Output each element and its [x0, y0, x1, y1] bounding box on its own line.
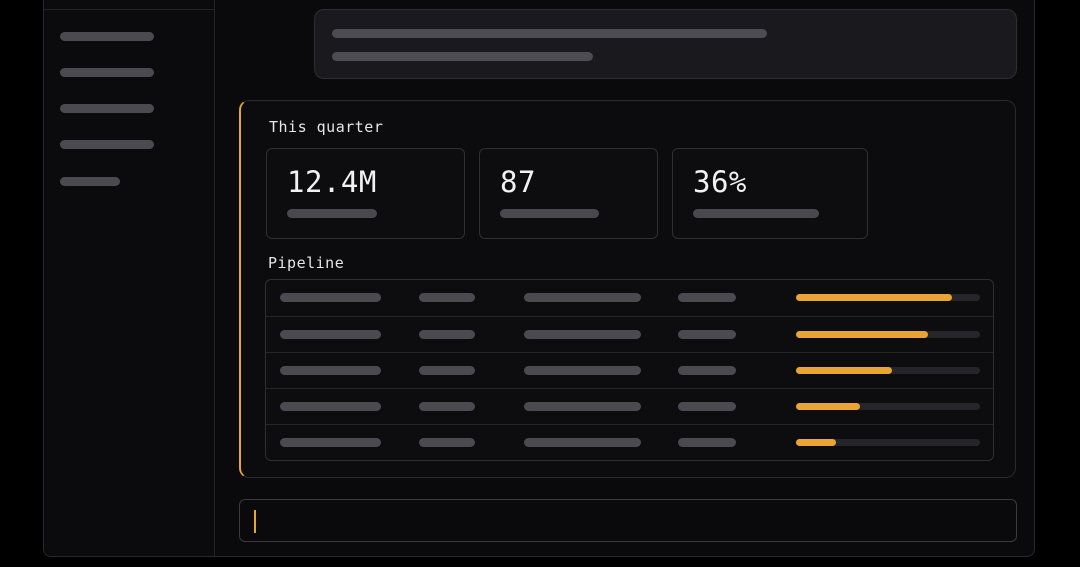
- table-cell-placeholder: [678, 330, 736, 339]
- table-cell-placeholder: [280, 293, 381, 302]
- progress-bar: [796, 294, 980, 301]
- table-row[interactable]: [266, 316, 993, 353]
- stat-card: 87: [479, 148, 658, 239]
- table-cell-placeholder: [524, 293, 641, 302]
- table-row[interactable]: [266, 352, 993, 389]
- table-cell-placeholder: [524, 366, 641, 375]
- sidebar-item-2[interactable]: [60, 68, 154, 77]
- stat-card: 12.4M: [266, 148, 465, 239]
- progress-bar: [796, 331, 980, 338]
- table-cell-placeholder: [419, 293, 475, 302]
- message-line: [332, 52, 593, 61]
- progress-bar: [796, 367, 980, 374]
- table-cell-placeholder: [419, 366, 475, 375]
- table-cell-placeholder: [419, 438, 475, 447]
- table-cell-placeholder: [678, 438, 736, 447]
- response-card: This quarter 12.4M 87 36% Pipeline: [239, 100, 1016, 478]
- pipeline-table: [265, 279, 994, 461]
- table-row[interactable]: [266, 388, 993, 425]
- table-cell-placeholder: [524, 402, 641, 411]
- pipeline-title: Pipeline: [268, 254, 345, 272]
- sidebar: [44, 0, 215, 556]
- sidebar-header-divider: [44, 9, 214, 10]
- text-caret: [254, 510, 256, 533]
- table-cell-placeholder: [280, 402, 381, 411]
- composer-input[interactable]: [239, 499, 1017, 542]
- progress-fill: [796, 367, 892, 374]
- table-cell-placeholder: [280, 330, 381, 339]
- table-cell-placeholder: [678, 293, 736, 302]
- stat-value: 87: [500, 165, 536, 199]
- summary-title: This quarter: [269, 118, 384, 136]
- table-row[interactable]: [266, 280, 993, 316]
- progress-fill: [796, 439, 837, 446]
- sidebar-item-4[interactable]: [60, 140, 154, 149]
- progress-bar: [796, 439, 980, 446]
- progress-fill: [796, 294, 953, 301]
- stat-card: 36%: [672, 148, 868, 239]
- sidebar-item-5[interactable]: [60, 177, 120, 186]
- message-line: [332, 29, 767, 38]
- stat-label-placeholder: [693, 209, 819, 218]
- stat-label-placeholder: [500, 209, 599, 218]
- progress-bar: [796, 403, 980, 410]
- table-cell-placeholder: [678, 366, 736, 375]
- progress-fill: [796, 331, 929, 338]
- table-cell-placeholder: [524, 438, 641, 447]
- table-cell-placeholder: [419, 330, 475, 339]
- table-cell-placeholder: [678, 402, 736, 411]
- table-cell-placeholder: [280, 438, 381, 447]
- stat-value: 36%: [693, 165, 747, 199]
- user-message-bubble: [314, 9, 1017, 79]
- table-cell-placeholder: [524, 330, 641, 339]
- sidebar-item-1[interactable]: [60, 32, 154, 41]
- stat-value: 12.4M: [287, 165, 377, 199]
- table-cell-placeholder: [419, 402, 475, 411]
- stat-label-placeholder: [287, 209, 377, 218]
- sidebar-item-3[interactable]: [60, 104, 154, 113]
- table-cell-placeholder: [280, 366, 381, 375]
- table-row[interactable]: [266, 424, 993, 460]
- app-window: This quarter 12.4M 87 36% Pipeline: [43, 0, 1035, 557]
- progress-fill: [796, 403, 861, 410]
